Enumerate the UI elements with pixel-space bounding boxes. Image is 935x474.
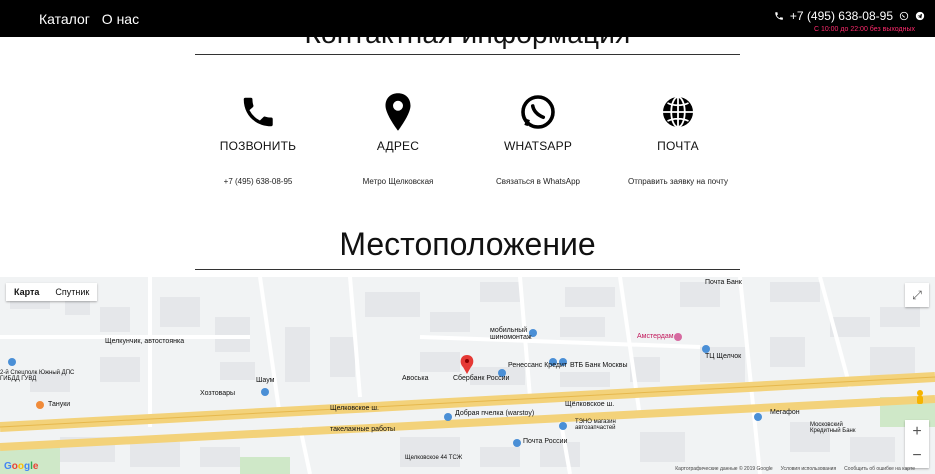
top-navbar: Каталог О нас +7 (495) 638-08-95 С 10:00… (0, 0, 935, 37)
map-label: Щелкунчик, автостоянка (105, 338, 185, 345)
divider (195, 54, 740, 55)
phone-icon (775, 12, 783, 20)
map-report-link[interactable]: Сообщить об ошибке на карте (844, 466, 915, 472)
work-hours: С 10:00 до 22:00 без выходных (813, 26, 915, 33)
main-nav: Каталог О нас (39, 11, 147, 27)
zoom-in-button[interactable]: + (905, 420, 929, 444)
location-section-title: Местоположение (339, 226, 596, 262)
map-label: такелажные работы (330, 426, 395, 433)
header-phone[interactable]: +7 (495) 638-08-95 (774, 9, 893, 23)
zoom-control: + − (905, 420, 929, 468)
contact-mail-detail[interactable]: Отправить заявку на почту (588, 177, 768, 186)
header-phone-text[interactable]: +7 (495) 638-08-95 (790, 9, 893, 23)
map-label: Почта Банк (705, 279, 742, 286)
map-label: Добрая пчелка (warstoy) (455, 410, 535, 417)
whatsapp-icon[interactable] (899, 11, 909, 21)
map-label: Амстердам (637, 333, 674, 340)
nav-catalog[interactable]: Каталог (39, 11, 90, 27)
map-label: 2-й Спецполк Южный ДПС ГИБДД ГУВД (0, 370, 75, 382)
map-label: Шаум (256, 377, 275, 384)
map-data-credit: Картографические данные © 2019 Google (675, 466, 773, 472)
divider (195, 269, 740, 270)
map-label: Сбербанк России (453, 375, 510, 382)
map-type-tabs: Карта Спутник (6, 283, 98, 301)
map-label: Мегафон (770, 409, 800, 416)
telegram-icon[interactable] (915, 11, 925, 21)
contacts-grid: ПОЗВОНИТЬ +7 (495) 638-08-95 АДРЕС Метро… (0, 93, 935, 203)
nav-about[interactable]: О нас (102, 11, 139, 27)
zoom-out-button[interactable]: − (905, 444, 929, 468)
google-map[interactable]: Щелковское ш. Щёлковское ш. Сбербанк Рос… (0, 277, 935, 474)
map-label: мобильный шиномонтаж (490, 327, 532, 341)
map-label: Щелковское 44 ТСЖ (405, 455, 463, 461)
header-contacts: +7 (495) 638-08-95 (774, 9, 925, 23)
map-label: Авоська (402, 375, 429, 382)
google-logo: Google (4, 461, 39, 472)
map-footer: Картографические данные © 2019 Google Ус… (675, 466, 915, 472)
map-label: Хозтовары (200, 390, 236, 397)
map-label: Ренессанс Кредит (508, 362, 568, 369)
map-label: Щёлковское ш. (565, 401, 615, 408)
map-terms-link[interactable]: Условия использования (781, 466, 837, 472)
map-label: Почта России (523, 438, 568, 445)
map-label: Щелковское ш. (330, 405, 379, 412)
globe-icon (588, 93, 768, 131)
contact-mail-label: ПОЧТА (657, 139, 699, 153)
map-label: ТЭНО магазин автозапчастей (575, 419, 616, 431)
map-label: Тануки (48, 401, 71, 408)
map-tab-map[interactable]: Карта (6, 283, 47, 301)
fullscreen-icon[interactable]: ⤢ (905, 283, 929, 307)
map-label: Московский Кредитный Банк (810, 422, 856, 434)
map-label: ВТБ Банк Москвы (570, 362, 628, 369)
map-label: ТЦ Щелчок (705, 353, 742, 360)
contact-mail[interactable]: ПОЧТА Отправить заявку на почту (588, 93, 768, 186)
map-tab-satellite[interactable]: Спутник (47, 283, 97, 301)
